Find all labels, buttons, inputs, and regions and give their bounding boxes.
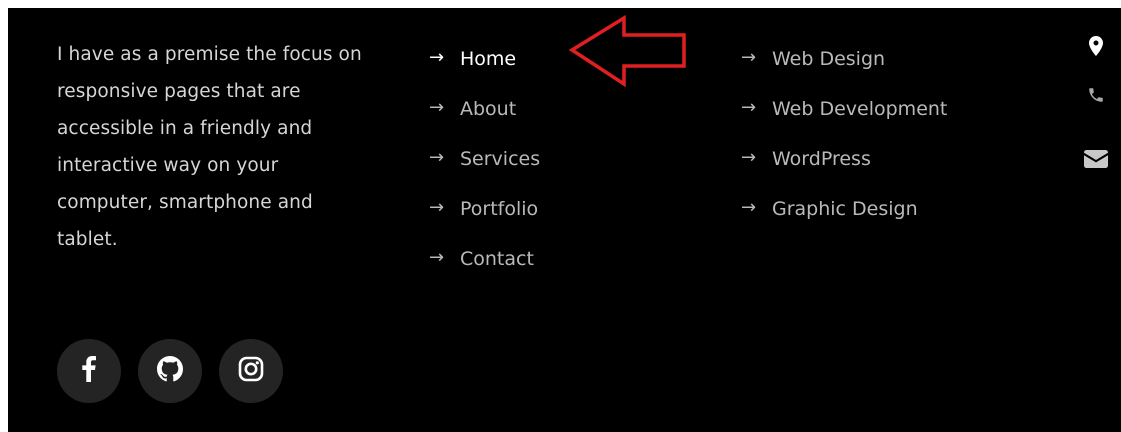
footer-nav-label[interactable]: Services [460,148,540,170]
footer-service-graphic-design[interactable]: → Graphic Design [741,184,947,234]
footer-service-label[interactable]: Web Development [772,98,947,120]
footer-nav-services[interactable]: → Services [429,134,540,184]
annotation-arrow-icon [562,8,692,92]
footer-service-label[interactable]: Graphic Design [772,198,918,220]
footer-services-list: → Web Design → Web Development → WordPre… [741,34,947,234]
footer-nav-contact[interactable]: → Contact [429,234,540,284]
github-icon [157,356,183,386]
footer-nav-portfolio[interactable]: → Portfolio [429,184,540,234]
arrow-right-icon: → [429,197,445,218]
footer-service-wordpress[interactable]: → WordPress [741,134,947,184]
footer-service-web-development[interactable]: → Web Development [741,84,947,134]
footer-nav-list: → Home → About → Services → Portfolio → … [429,34,540,284]
footer-nav-about[interactable]: → About [429,84,540,134]
phone-icon [1081,86,1111,104]
footer-about-text: I have as a premise the focus on respons… [57,44,362,250]
facebook-icon [82,356,96,386]
arrow-right-icon: → [741,47,757,68]
github-button[interactable] [138,339,202,403]
arrow-right-icon: → [741,147,757,168]
facebook-button[interactable] [57,339,121,403]
arrow-right-icon: → [429,47,445,68]
arrow-right-icon: → [429,147,445,168]
footer-social-links [57,339,283,403]
envelope-icon [1081,150,1111,168]
footer-nav-home[interactable]: → Home [429,34,540,84]
footer-service-label[interactable]: Web Design [772,48,885,70]
arrow-right-icon: → [429,97,445,118]
footer-service-label[interactable]: WordPress [772,148,871,170]
instagram-button[interactable] [219,339,283,403]
footer-nav-label[interactable]: Home [460,48,516,70]
arrow-right-icon: → [741,97,757,118]
footer-nav-label[interactable]: About [460,98,516,120]
footer-nav-label[interactable]: Portfolio [460,198,538,220]
map-marker-icon [1081,36,1111,56]
arrow-right-icon: → [429,247,445,268]
instagram-icon [238,356,264,386]
footer-service-web-design[interactable]: → Web Design [741,34,947,84]
footer-nav-label[interactable]: Contact [460,248,534,270]
arrow-right-icon: → [741,197,757,218]
